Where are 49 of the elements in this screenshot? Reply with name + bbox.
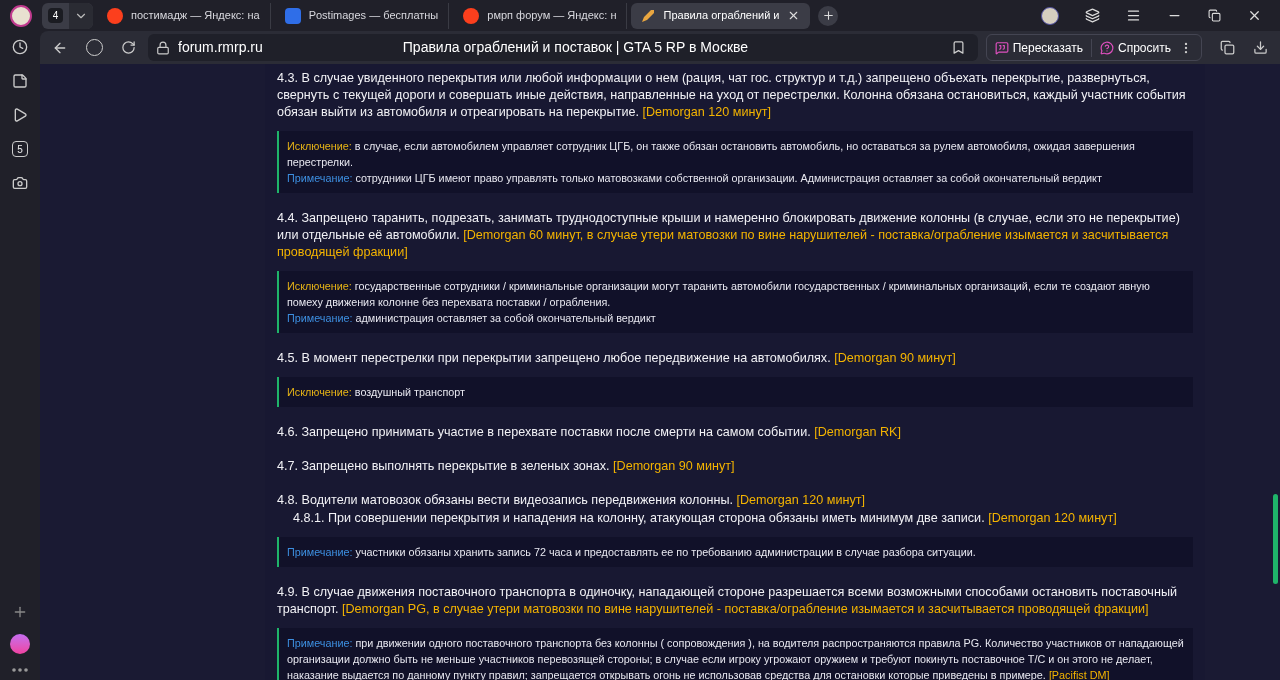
ask-button[interactable]: Спросить — [1091, 38, 1171, 57]
avatar-icon[interactable] — [1041, 6, 1059, 25]
retell-button[interactable]: Пересказать — [994, 38, 1084, 57]
assistant-icon[interactable] — [10, 634, 30, 654]
rule-text: 4.3. В случае увиденного перекрытия или любой информации о нем (рация, чат гос. структур и т.д.) запрещено объехать перекрытие, развернуться, свернуть с текущей дороги и совершать иные действия, направленные на уход от перестрелки. Колонна обязана остановиться, каждый участник события обязан выйти из автомобиля и отреагировать на перекрытие. [Demorgan 120 минут] — [277, 70, 1187, 121]
rule-text: 4.6. Запрещено принимать участие в перехвате поставки после смерти на самом событии. [Demorgan RK] — [277, 424, 902, 441]
extensions-icon[interactable] — [1220, 40, 1235, 55]
scrollbar-thumb[interactable] — [1273, 494, 1278, 584]
note-text: Исключение: воздушный транспорт — [287, 385, 466, 400]
add-icon[interactable] — [12, 604, 28, 620]
note-text: Примечание: участники обязаны хранить запись 72 часа и предоставлять ее по требованию администрации в случае разбора ситуации. — [287, 545, 977, 560]
browser-tab[interactable]: рмрп форум — Яндекс: н — [453, 2, 628, 29]
rule-text: 4.9. В случае движения поставочного транспорта в одиночку, нападающей стороне разрешается всеми возможными способами остановить поставочный транспорт. [Demorgan PG, в случае утери матовозки по вине нарушителей - поставка/ограбление изымается и засчитывается проводящей фракции] — [277, 584, 1178, 618]
play-icon[interactable] — [12, 107, 28, 123]
bookmark-icon[interactable] — [950, 40, 966, 55]
note-text: Примечание: сотрудники ЦГБ имеют право управлять только матовозками собственной организации. Администрация оставляет за собой окончательный вердикт — [287, 171, 1103, 186]
profile-avatar-icon[interactable] — [10, 4, 32, 27]
lock-icon — [156, 40, 170, 55]
download-icon[interactable] — [1253, 40, 1268, 55]
rule-text: 4.4. Запрещено таранить, подрезать, занимать труднодоступные крыши и намеренно блокировать движение колонны (в случае, если это не перекрытие) или отдельные её автомобили. [Demorgan 60 минут, в случае утери матовозки по вине нарушителей - поставка/ограбление изымается и засчитывается проводящей фракции] — [277, 210, 1181, 261]
address-bar[interactable]: forum.rmrp.ru Правила ограблений и поставок | GTA 5 RP в Москве — [148, 34, 978, 61]
plus-icon — [822, 9, 835, 22]
note-text: Примечание: администрация оставляет за собой окончательный вердикт — [287, 311, 657, 326]
browser-tab[interactable]: постимадж — Яндекс: на — [97, 2, 271, 29]
reload-icon[interactable] — [121, 40, 136, 55]
page-title: Правила ограблений и поставок | GTA 5 RP в Москве — [402, 38, 749, 57]
rule-text: 4.7. Запрещено выполнять перекрытие в зеленых зонах. [Demorgan 90 минут] — [277, 458, 736, 475]
sidebar-badge[interactable]: 5 — [12, 141, 28, 157]
more-icon[interactable] — [12, 668, 28, 672]
notes-icon[interactable] — [12, 73, 28, 89]
new-tab-button[interactable] — [818, 5, 839, 26]
tab-count[interactable]: 4 — [48, 8, 63, 23]
note-text: Исключение: в случае, если автомобилем управляет сотрудник ЦГБ, он также обязан остановить автомобиль, но оставаться за рулем автомобиля, ожидая завершения перестрелки. — [287, 139, 1136, 170]
restore-icon[interactable] — [1208, 9, 1221, 22]
quote-icon — [994, 40, 1009, 55]
url-text: forum.rmrp.ru — [178, 38, 263, 57]
question-icon — [1100, 40, 1115, 55]
history-icon[interactable] — [12, 39, 28, 55]
subrule-text: 4.8.1. При совершении перекрытия и нападения на колонну, атакующая сторона обязаны иметь минимум две записи. [Demorgan 120 минут] — [292, 510, 1118, 527]
browser-tab[interactable]: Правила ограблений и — [631, 2, 811, 29]
rule-text: 4.8. Водители матовозок обязаны вести видеозапись передвижения колонны. [Demorgan 120 минут] — [277, 492, 867, 509]
screenshot-icon[interactable] — [12, 175, 28, 191]
rule-text: 4.5. В момент перестрелки при перекрытии запрещено любое передвижение на автомобилях. [Demorgan 90 минут] — [277, 350, 957, 367]
menu-icon[interactable] — [1126, 8, 1141, 23]
tab-group-button[interactable]: 4 — [42, 2, 93, 29]
note-text: Исключение: государственные сотрудники / криминальные организации могут таранить автомобили государственных / криминальных организаций, если те создают явную помеху движения колонне без перехвата поставки / ограбления. — [287, 279, 1151, 310]
collections-icon[interactable] — [1085, 8, 1100, 23]
close-icon[interactable] — [1247, 8, 1262, 23]
browser-tab[interactable]: Postimages — бесплатны — [274, 2, 450, 29]
